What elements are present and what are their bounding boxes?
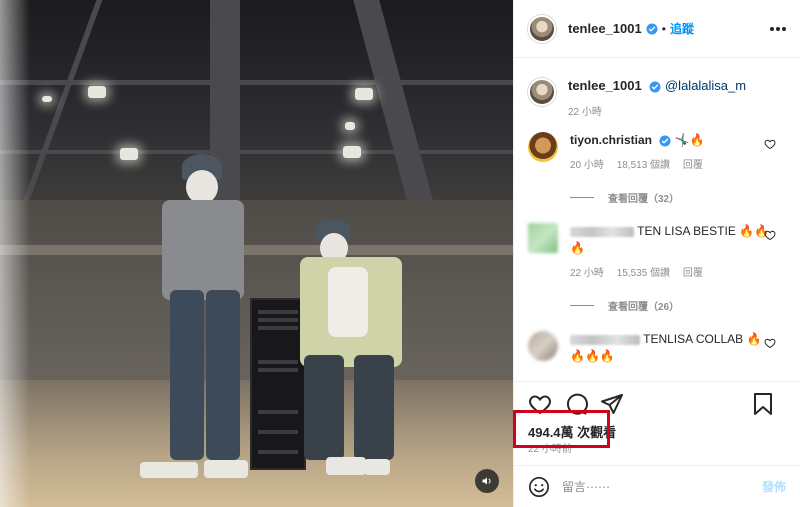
separator-dot: • — [661, 21, 666, 36]
header-username[interactable]: tenlee_1001 — [568, 21, 642, 36]
verified-badge-icon — [649, 81, 661, 93]
like-comment-heart-icon[interactable] — [764, 229, 776, 241]
post-time-ago: 22 小時前 — [528, 444, 572, 455]
post-comment-button[interactable]: 發佈 — [762, 478, 786, 495]
smiley-icon[interactable] — [528, 476, 550, 498]
dancer-left — [140, 150, 260, 485]
comment-composer: 發佈 — [514, 465, 800, 507]
comment-input[interactable] — [562, 479, 762, 494]
caption-avatar[interactable] — [528, 78, 556, 106]
verified-badge-icon — [659, 135, 671, 147]
blurred-username — [570, 334, 640, 345]
speaker-icon — [482, 477, 491, 485]
light-glare — [0, 0, 30, 507]
view-replies-label: 查看回覆（32） — [608, 194, 680, 205]
comment-bubble-icon[interactable] — [564, 392, 588, 416]
avatar[interactable] — [528, 132, 558, 162]
comment-likes[interactable]: 15,535 個讚 — [617, 268, 670, 279]
replies-divider — [570, 305, 594, 306]
post-header: tenlee_1001 • 追蹤 — [514, 0, 800, 58]
like-comment-heart-icon[interactable] — [764, 138, 776, 150]
list-item: TEN LISA BESTIE 🔥🔥🔥 22 小時 15,535 個讚 回覆 — [528, 223, 786, 282]
avatar[interactable] — [528, 331, 558, 361]
view-replies-button[interactable]: 查看回覆（32） — [570, 190, 786, 205]
comment-time: 22 小時 — [570, 268, 604, 279]
avatar[interactable] — [528, 14, 556, 43]
replies-divider — [570, 197, 594, 198]
sound-toggle-button[interactable] — [475, 469, 499, 493]
verified-badge-icon — [646, 23, 658, 34]
comment-meta: 20 小時 18,513 個讚 回覆 — [570, 157, 770, 174]
paper-plane-icon[interactable] — [600, 392, 624, 416]
comment-text: 🤸🏿‍♂️🔥 — [674, 133, 705, 147]
caption-username[interactable]: tenlee_1001 — [568, 78, 642, 93]
blurred-username — [570, 226, 634, 237]
comment-username[interactable]: tiyon.christian — [570, 133, 652, 147]
comment-meta: 22 小時 15,535 個讚 回覆 — [570, 265, 770, 282]
comment-list[interactable]: tenlee_1001 @lalalalisa_m 22 小時 tiyon.ch… — [514, 58, 800, 380]
list-item: TENLISA COLLAB 🔥🔥🔥🔥 — [528, 331, 786, 365]
reply-button[interactable]: 回覆 — [683, 160, 703, 171]
comment-likes[interactable]: 18,513 個讚 — [617, 160, 670, 171]
reply-button[interactable]: 回覆 — [683, 268, 703, 279]
caption-mention-link[interactable]: @lalalalisa_m — [665, 78, 746, 93]
like-comment-heart-icon[interactable] — [764, 337, 776, 349]
view-count[interactable]: 494.4萬 次觀看 — [528, 422, 616, 441]
post-panel: tenlee_1001 • 追蹤 tenlee_1001 @lalalalisa… — [513, 0, 800, 507]
heart-icon[interactable] — [528, 392, 552, 416]
view-replies-button[interactable]: 查看回覆（26） — [570, 298, 786, 313]
comment-time: 20 小時 — [570, 160, 604, 171]
view-replies-label: 查看回覆（26） — [608, 302, 680, 313]
dancer-right — [300, 215, 410, 485]
caption-time: 22 小時 — [568, 107, 602, 118]
follow-button[interactable]: 追蹤 — [670, 20, 694, 37]
post-caption: tenlee_1001 @lalalalisa_m 22 小時 — [528, 78, 786, 118]
post-actions: 494.4萬 次觀看 22 小時前 — [514, 381, 800, 455]
video-player[interactable] — [0, 0, 513, 507]
more-options-icon[interactable] — [770, 26, 786, 31]
bookmark-icon[interactable] — [752, 392, 774, 416]
list-item: tiyon.christian 🤸🏿‍♂️🔥 20 小時 18,513 個讚 回… — [528, 132, 786, 174]
avatar[interactable] — [528, 223, 558, 253]
